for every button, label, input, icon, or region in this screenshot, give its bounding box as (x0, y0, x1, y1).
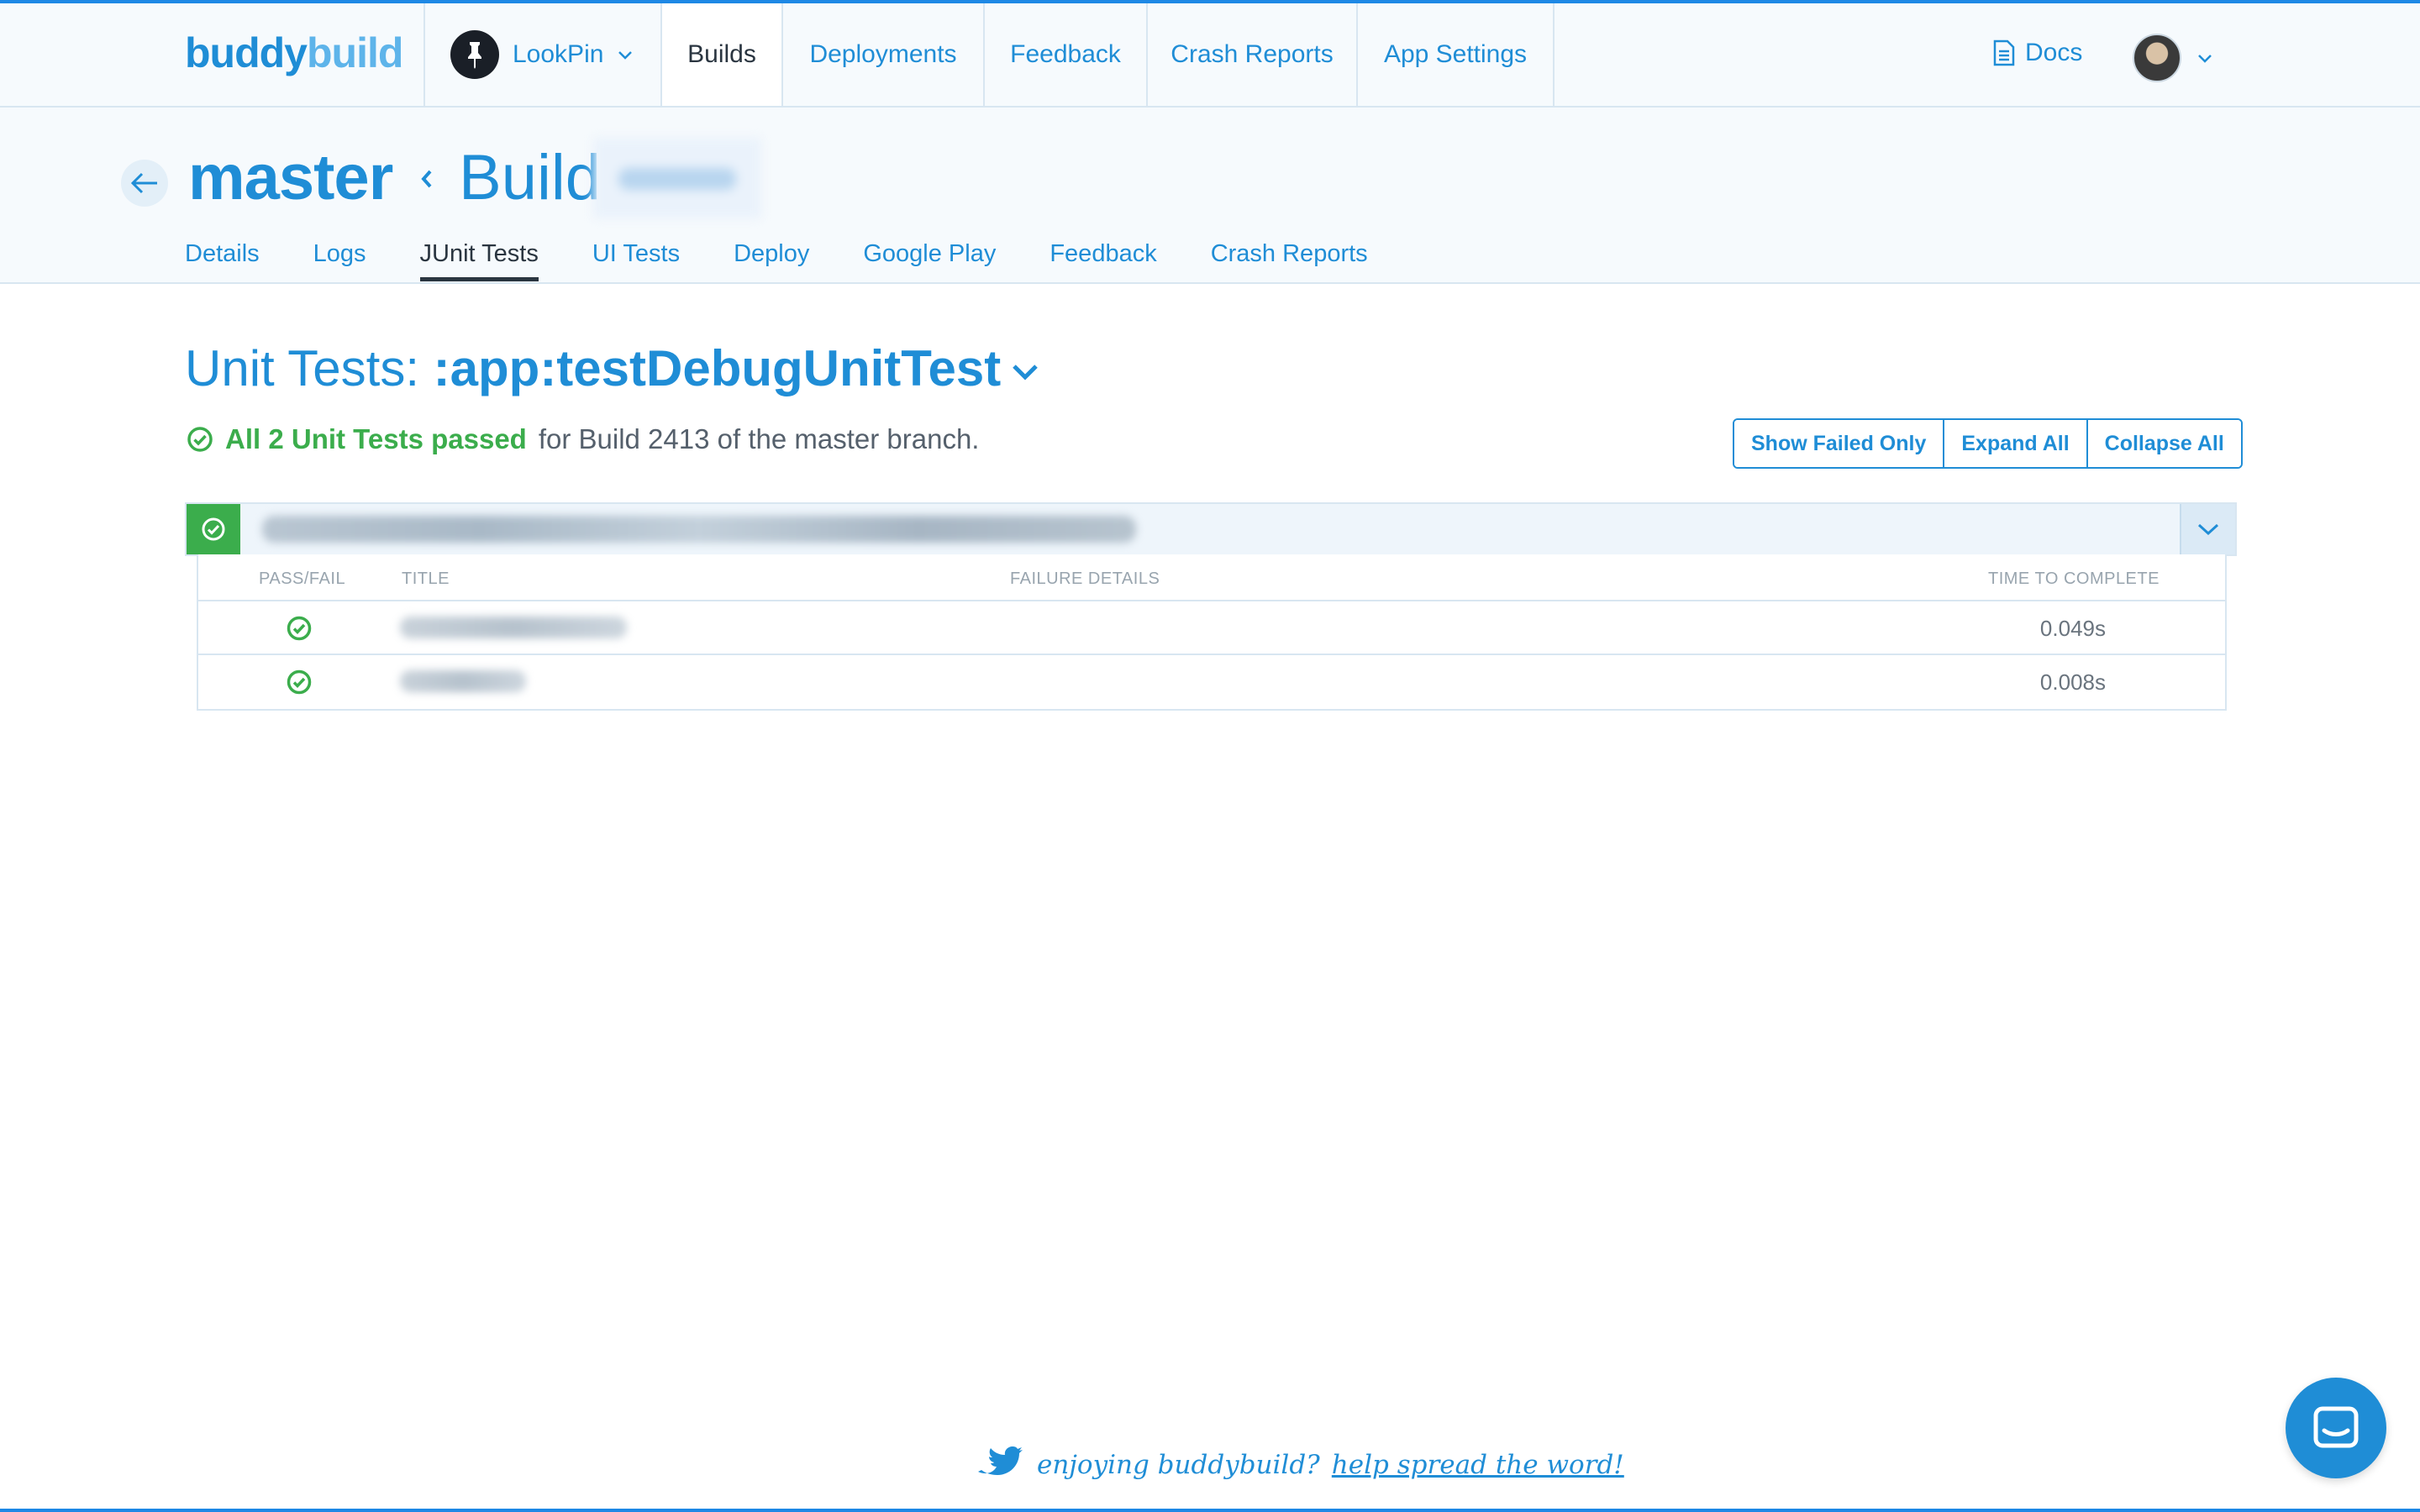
build-header: master Build Details Logs JUnit Tests UI… (0, 108, 2420, 284)
chevron-down-icon (1013, 365, 1038, 381)
build-number-redacted (593, 138, 761, 218)
suite-pass-indicator (187, 504, 240, 554)
app-name: LookPin (513, 40, 604, 68)
test-name-redacted (400, 670, 526, 692)
bottom-accent-bar (0, 1509, 2420, 1512)
build-title: Build (459, 142, 601, 213)
arrow-left-icon (130, 172, 157, 194)
show-failed-only-button[interactable]: Show Failed Only (1734, 420, 1944, 467)
test-filter-buttons: Show Failed Only Expand All Collapse All (1733, 418, 2243, 469)
check-circle-icon (202, 517, 225, 541)
subtab-junit-tests[interactable]: JUnit Tests (419, 240, 539, 281)
brand-logo-part2: build (306, 29, 403, 76)
footer-enjoying-text: enjoying buddybuild? (1037, 1450, 1320, 1480)
test-target-name: :app:testDebugUnitTest (433, 340, 1002, 396)
pin-icon (450, 30, 499, 79)
summary-pass-text: All 2 Unit Tests passed (225, 423, 527, 454)
chevron-down-icon (618, 51, 633, 60)
nav-tab-builds[interactable]: Builds (662, 3, 781, 106)
subtab-ui-tests[interactable]: UI Tests (592, 240, 680, 280)
document-icon (1993, 39, 2015, 66)
chevron-left-icon (421, 170, 432, 188)
check-circle-icon (187, 427, 213, 452)
test-name-redacted (400, 617, 627, 638)
app-switcher[interactable]: LookPin (450, 30, 634, 79)
footer-share: enjoying buddybuild? help spread the wor… (975, 1446, 1624, 1483)
brand-logo-part1: buddy (185, 29, 308, 76)
subtab-details[interactable]: Details (185, 240, 260, 280)
test-suite-row[interactable] (185, 502, 2237, 556)
user-menu[interactable] (2133, 34, 2213, 82)
top-nav: buddybuild LookPin Builds Deployments Fe… (0, 3, 2420, 108)
subtab-feedback[interactable]: Feedback (1050, 240, 1156, 280)
unit-tests-title[interactable]: Unit Tests: :app:testDebugUnitTest (185, 339, 1039, 397)
chat-launcher-button[interactable] (2286, 1378, 2386, 1478)
expand-all-button[interactable]: Expand All (1943, 420, 2086, 467)
build-subtabs: Details Logs JUnit Tests UI Tests Deploy… (185, 240, 1368, 281)
subtab-crash-reports[interactable]: Crash Reports (1211, 240, 1368, 280)
check-circle-icon (287, 669, 312, 695)
docs-link[interactable]: Docs (1993, 39, 2082, 67)
subtab-google-play[interactable]: Google Play (863, 240, 996, 280)
test-duration: 0.049s (2039, 616, 2106, 641)
column-header-title: TITLE (402, 570, 450, 588)
suite-name-redacted (262, 516, 1136, 543)
summary-detail-text: for Build 2413 of the master branch. (538, 423, 980, 454)
subtab-logs[interactable]: Logs (313, 240, 366, 280)
column-header-failure-details: FAILURE DETAILS (1010, 570, 1160, 588)
nav-tab-deployments[interactable]: Deployments (783, 3, 983, 106)
nav-divider (1553, 3, 1555, 106)
unit-tests-title-prefix: Unit Tests: (185, 340, 419, 396)
subtab-deploy[interactable]: Deploy (734, 240, 809, 280)
nav-tab-feedback[interactable]: Feedback (985, 3, 1146, 106)
column-header-time-to-complete: TIME TO COMPLETE (1988, 570, 2160, 588)
spread-the-word-link[interactable]: help spread the word! (1332, 1450, 1624, 1480)
column-header-pass-fail: PASS/FAIL (259, 570, 346, 588)
chevron-down-icon (2197, 523, 2219, 536)
collapse-all-button[interactable]: Collapse All (2086, 420, 2241, 467)
suite-collapse-toggle[interactable] (2180, 504, 2235, 554)
chat-icon (2313, 1406, 2359, 1448)
table-row[interactable]: 0.049s (198, 600, 2225, 655)
nav-divider (424, 3, 425, 106)
back-button[interactable] (121, 160, 168, 207)
docs-label: Docs (2025, 39, 2083, 66)
test-duration: 0.008s (2039, 669, 2106, 695)
nav-tab-crash-reports[interactable]: Crash Reports (1148, 3, 1356, 106)
avatar (2133, 34, 2181, 82)
nav-tab-app-settings[interactable]: App Settings (1358, 3, 1553, 106)
table-row[interactable]: 0.008s (198, 654, 2225, 709)
brand-logo[interactable]: buddybuild (185, 29, 403, 77)
test-summary: All 2 Unit Tests passed for Build 2413 o… (187, 423, 979, 455)
chevron-down-icon (2198, 55, 2212, 63)
check-circle-icon (287, 616, 312, 641)
twitter-bird-icon (978, 1446, 1023, 1475)
branch-title[interactable]: master (188, 141, 393, 214)
test-results-table: PASS/FAIL TITLE FAILURE DETAILS TIME TO … (197, 554, 2227, 711)
